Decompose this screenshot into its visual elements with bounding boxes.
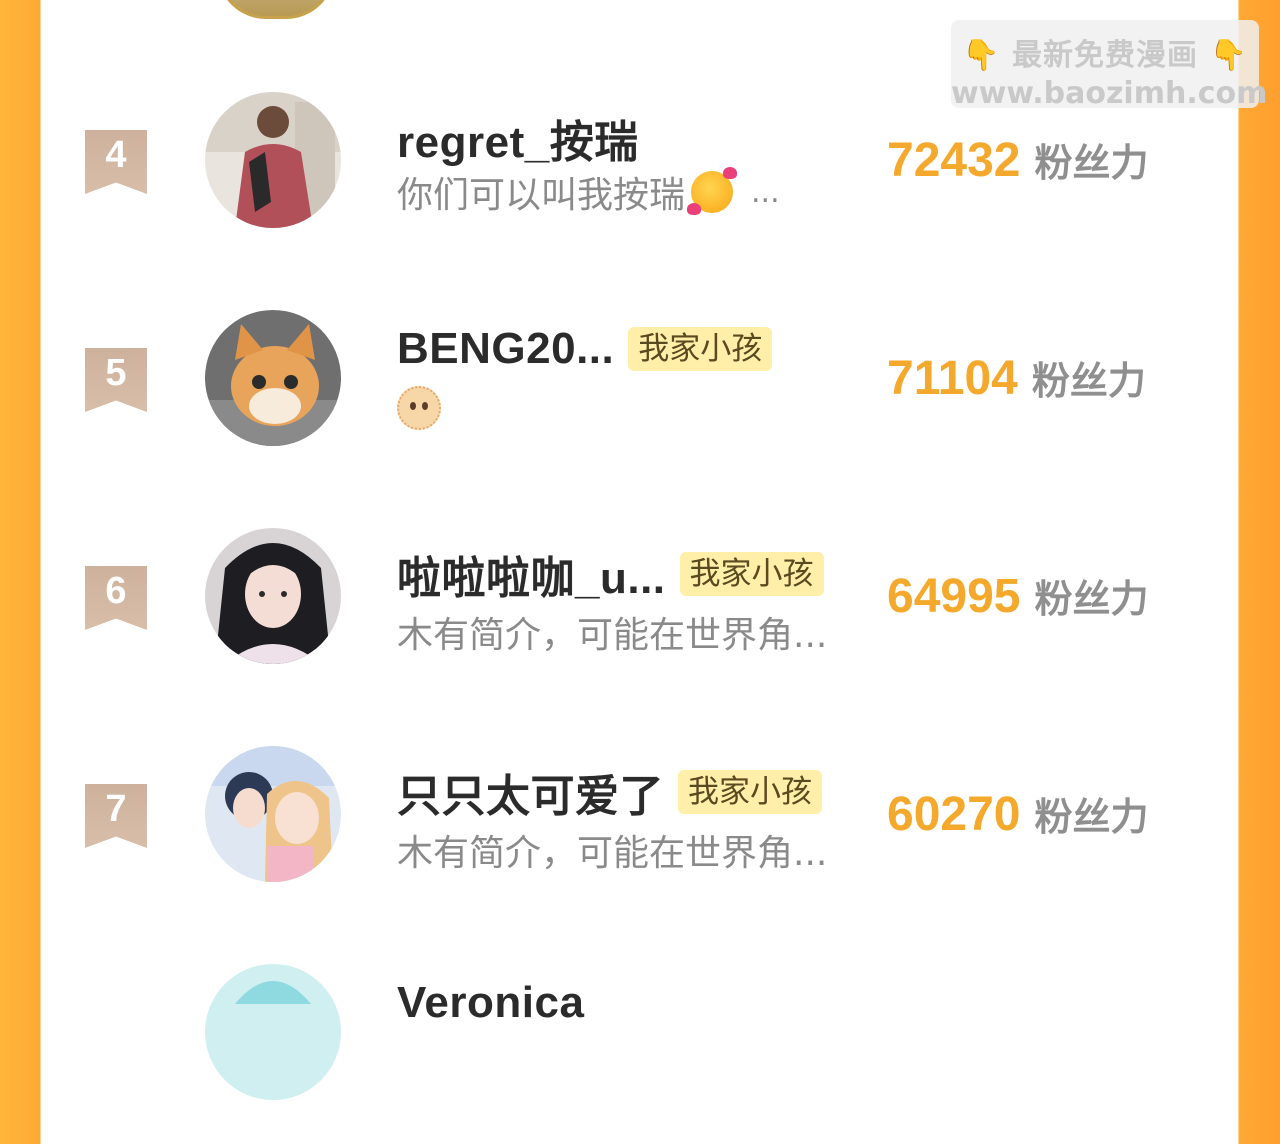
name-line: BENG20... 我家小孩 [397,324,773,374]
score-value: 60270 [887,788,1021,841]
score-unit: 粉丝力 [1034,577,1149,621]
score-value: 64995 [887,570,1021,623]
score-value: 71104 [887,352,1018,405]
user-bio: 木有简介，可能在世界角... [397,824,827,876]
username[interactable]: 只只太可爱了 [397,760,664,824]
fan-score: 71104 粉丝力 [887,350,1146,406]
ranking-row[interactable]: 5 BENG20... 我家小孩 71104 粉丝力 [41,310,1238,490]
user-tag: 我家小孩 [679,552,824,596]
avatar[interactable] [205,310,341,446]
user-bio: 木有简介，可能在世界角... [397,606,827,658]
smiling-hearts-emoji-icon [687,167,738,215]
name-line: 只只太可爱了 我家小孩 [397,760,822,824]
user-bio [397,386,441,430]
ranking-row[interactable]: 7 只只太可爱了 我家小孩 木有简介，可能在世界角... 60270 粉丝力 [41,746,1238,926]
username[interactable]: BENG20... [397,324,614,374]
bio-ellipsis: ... [751,174,780,210]
avatar[interactable] [205,528,341,664]
rank-badge: 5 [85,348,147,412]
site-watermark: 👇 最新免费漫画 👇 www.baozimh.com [951,20,1268,111]
username[interactable]: Veronica [397,978,584,1028]
watermark-title: 👇 最新免费漫画 👇 [951,30,1259,74]
rank-badge: 6 [85,566,147,630]
score-unit: 粉丝力 [1034,795,1149,839]
watermark-text: 最新免费漫画 [1012,38,1198,73]
score-value: 72432 [887,134,1021,187]
score-unit: 粉丝力 [1034,141,1149,185]
watermark-url: www.baozimh.com [951,76,1268,111]
avatar-previous[interactable] [217,0,335,19]
bio-text: 木有简介，可能在世界角... [397,615,828,656]
avatar[interactable] [205,746,341,882]
face-emoji-icon [397,386,441,430]
rank-badge: 7 [85,784,147,848]
name-line: regret_按瑞 [397,106,639,170]
name-line: 啦啦啦咖_u... 我家小孩 [397,542,824,606]
user-tag: 我家小孩 [628,327,773,371]
avatar[interactable] [205,964,341,1100]
score-unit: 粉丝力 [1031,359,1146,403]
pointing-down-icon: 👇 [962,38,1001,73]
ranking-row[interactable]: 4 regret_按瑞 你们可以叫我按瑞 ... 72432 粉丝力 [41,92,1238,272]
user-bio: 你们可以叫我按瑞 ... [397,166,780,218]
avatar[interactable] [205,92,341,228]
username[interactable]: 啦啦啦咖_u... [397,542,666,606]
ranking-row[interactable]: 6 啦啦啦咖_u... 我家小孩 木有简介，可能在世界角... 64995 粉丝… [41,528,1238,708]
fan-score: 72432 粉丝力 [887,132,1149,188]
fan-score: 64995 粉丝力 [887,568,1149,624]
rank-badge: 4 [85,130,147,194]
ranking-row[interactable]: Veronica [41,964,1238,1144]
fan-score: 60270 粉丝力 [887,786,1149,842]
ranking-panel: 4 regret_按瑞 你们可以叫我按瑞 ... 72432 粉丝力 5 BEN… [41,0,1238,1100]
username[interactable]: regret_按瑞 [397,106,639,170]
name-line: Veronica [397,978,584,1028]
bio-text: 木有简介，可能在世界角... [397,833,828,874]
user-tag: 我家小孩 [678,770,822,814]
bio-text: 你们可以叫我按瑞 [397,175,686,216]
pointing-down-icon: 👇 [1209,38,1248,73]
